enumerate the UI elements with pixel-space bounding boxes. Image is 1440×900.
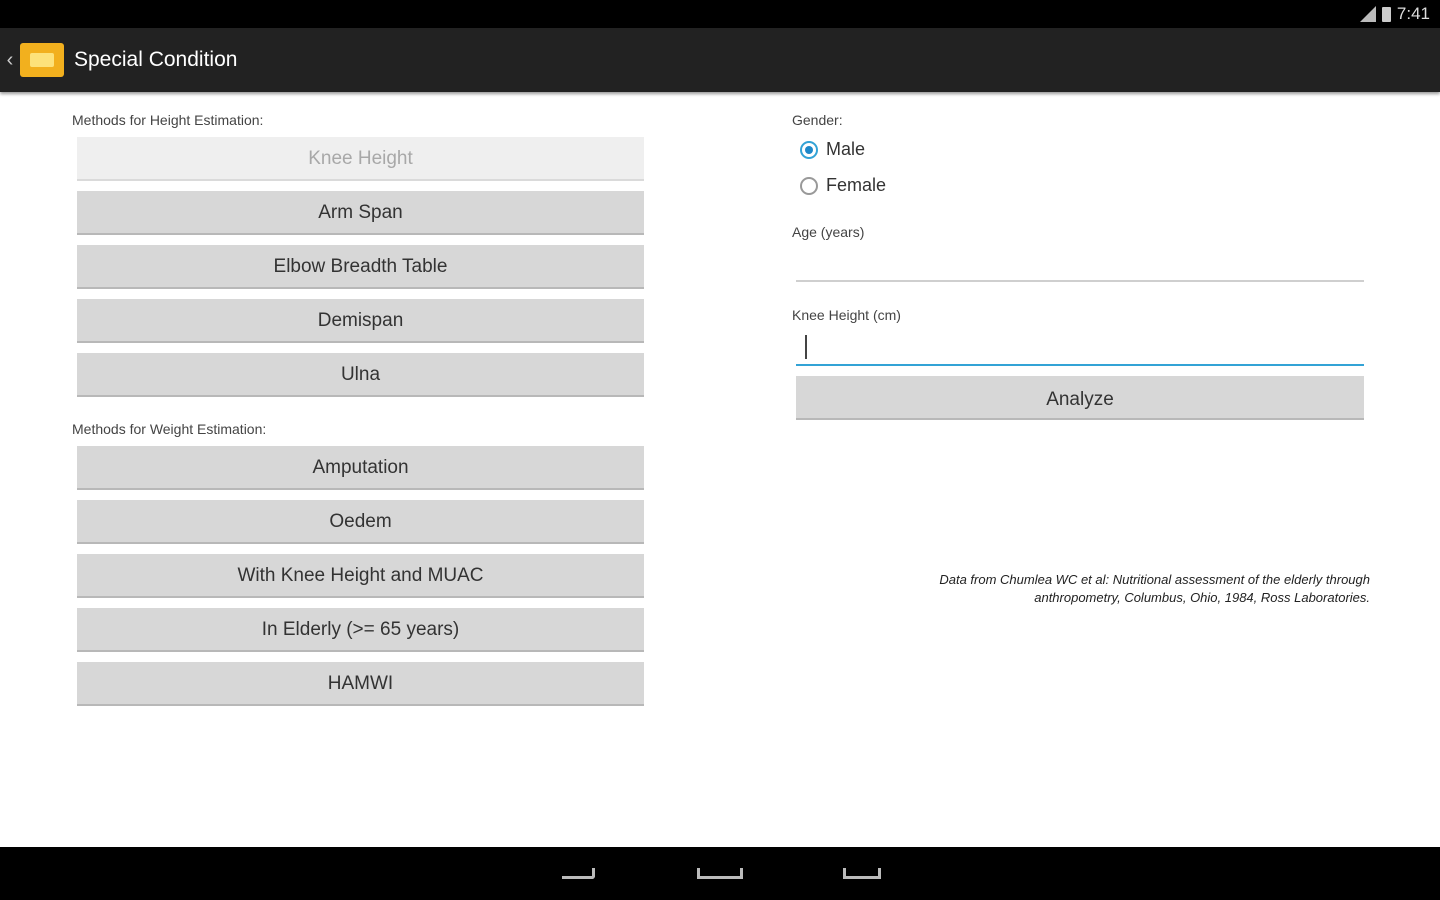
knee-height-input[interactable] [796, 330, 1364, 366]
demispan-button[interactable]: Demispan [77, 299, 644, 343]
knee-height-muac-button[interactable]: With Knee Height and MUAC [77, 554, 644, 598]
weight-methods-label: Methods for Weight Estimation: [72, 421, 267, 437]
signal-icon [1359, 6, 1376, 22]
nav-back-button[interactable] [548, 847, 608, 900]
analyze-button[interactable]: Analyze [796, 376, 1364, 420]
radio-female[interactable] [800, 176, 818, 195]
height-methods-label: Methods for Height Estimation: [72, 112, 264, 128]
status-time: 7:41 [1396, 4, 1430, 23]
oedem-button[interactable]: Oedem [77, 500, 644, 544]
ulna-button[interactable]: Ulna [77, 353, 644, 397]
battery-icon [1381, 6, 1391, 22]
elbow-breadth-table-button[interactable]: Elbow Breadth Table [77, 245, 644, 289]
arm-span-button[interactable]: Arm Span [77, 191, 644, 235]
app-logo-icon[interactable] [20, 43, 64, 77]
knee-height-label: Knee Height (cm) [792, 307, 901, 323]
nav-home-button[interactable] [690, 847, 750, 900]
gender-label: Gender: [792, 112, 843, 128]
amputation-button[interactable]: Amputation [77, 446, 644, 490]
status-icons: 7:41 [1359, 4, 1430, 24]
age-input[interactable] [796, 246, 1364, 282]
back-caret-icon[interactable]: ‹ [2, 28, 18, 92]
radio-female-label: Female [826, 175, 887, 195]
citation-text: Data from Chumlea WC et al: Nutritional … [860, 571, 1370, 607]
action-bar: ‹ Special Condition [0, 28, 1440, 92]
radio-male[interactable] [800, 140, 818, 159]
navigation-bar [0, 847, 1440, 900]
recents-icon [843, 868, 881, 879]
back-icon [561, 868, 595, 879]
hamwi-button[interactable]: HAMWI [77, 662, 644, 706]
home-icon [697, 868, 743, 879]
citation-line-1: Data from Chumlea WC et al: Nutritional … [939, 572, 1370, 587]
citation-line-2: anthropometry, Columbus, Ohio, 1984, Ros… [1034, 590, 1370, 605]
knee-height-button[interactable]: Knee Height [77, 137, 644, 181]
page-title: Special Condition [74, 48, 238, 71]
text-cursor [805, 335, 807, 359]
nav-recents-button[interactable] [832, 847, 892, 900]
radio-male-label: Male [826, 139, 866, 159]
gender-male-option[interactable]: Male [800, 139, 865, 160]
elderly-button[interactable]: In Elderly (>= 65 years) [77, 608, 644, 652]
age-label: Age (years) [792, 224, 865, 240]
gender-female-option[interactable]: Female [800, 175, 886, 196]
status-bar: 7:41 [0, 0, 1440, 28]
